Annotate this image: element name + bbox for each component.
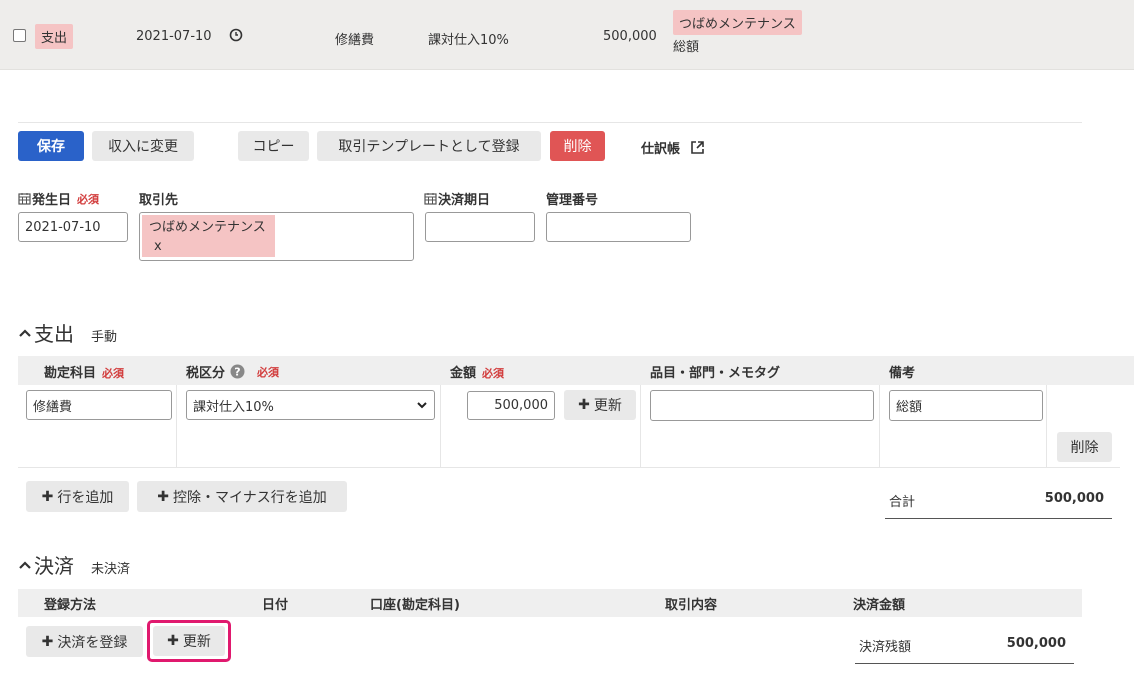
- chevron-up-icon: [18, 328, 32, 338]
- header-method: 登録方法: [44, 598, 97, 613]
- update-amount-button[interactable]: ✚ 更新: [564, 390, 636, 420]
- date-input[interactable]: 2021-07-10: [18, 212, 128, 242]
- management-number-label: 管理番号: [546, 193, 599, 208]
- total-value: 500,000: [1044, 491, 1104, 506]
- plus-icon: ✚: [41, 633, 54, 650]
- header-tax: 税区分 ? 必須: [186, 364, 280, 381]
- header-amount: 金額 必須: [450, 366, 505, 381]
- expense-title: 支出: [34, 322, 74, 346]
- row-amount: 500,000: [603, 29, 657, 44]
- row-date: 2021-07-10: [136, 29, 212, 44]
- expense-mode: 手動: [91, 330, 118, 345]
- column-divider: [176, 385, 177, 467]
- header-settlement-amount: 決済金額: [853, 598, 906, 613]
- settlement-section-header[interactable]: 決済 未決済: [18, 550, 130, 579]
- partner-chip: つばめメンテナンス x: [142, 215, 275, 257]
- partner-label: 取引先: [139, 193, 179, 208]
- add-row-button[interactable]: ✚ 行を追加: [26, 481, 129, 512]
- partner-field[interactable]: つばめメンテナンス x: [139, 212, 414, 261]
- journal-link[interactable]: 仕訳帳: [641, 138, 705, 157]
- management-number-input[interactable]: [546, 212, 691, 242]
- svg-text:?: ?: [234, 366, 240, 379]
- chevron-down-icon: [416, 401, 428, 409]
- header-description: 取引内容: [665, 598, 718, 613]
- header-memo: 備考: [889, 366, 916, 381]
- account-input[interactable]: 修繕費: [26, 390, 172, 420]
- type-badge: 支出: [35, 24, 74, 49]
- row-tax: 課対仕入10%: [428, 33, 509, 48]
- item-tag-input[interactable]: [650, 390, 874, 421]
- settlement-status: 未決済: [91, 562, 131, 577]
- plus-icon: ✚: [157, 488, 169, 505]
- amount-input[interactable]: 500,000: [467, 391, 555, 420]
- header-account: 口座(勘定科目): [370, 598, 460, 613]
- settlement-title: 決済: [34, 554, 74, 578]
- tax-select[interactable]: 課対仕入10%: [186, 390, 435, 420]
- column-divider: [1046, 385, 1047, 467]
- row-account: 修繕費: [335, 33, 375, 48]
- add-deduction-row-button[interactable]: ✚ 控除・マイナス行を追加: [137, 481, 347, 512]
- change-to-income-button[interactable]: 収入に変更: [92, 131, 194, 161]
- header-date: 日付: [262, 598, 289, 613]
- date-label: 発生日 必須: [18, 189, 99, 208]
- calendar-icon: [18, 192, 31, 205]
- partner-remove-button[interactable]: x: [149, 237, 268, 256]
- total-underline: [885, 518, 1112, 519]
- memo-input[interactable]: 総額: [889, 390, 1043, 421]
- plus-icon: ✚: [578, 397, 590, 413]
- required-mark: 必須: [77, 192, 100, 206]
- partner-chip-label: つばめメンテナンス: [149, 220, 266, 235]
- clock-icon: [229, 28, 243, 46]
- update-settlement-button[interactable]: ✚ 更新: [153, 626, 225, 656]
- balance-label: 決済残額: [859, 640, 912, 655]
- row-note: 総額: [673, 40, 700, 55]
- plus-icon: ✚: [167, 633, 179, 649]
- row-checkbox[interactable]: [13, 29, 26, 42]
- due-label: 決済期日: [424, 189, 490, 208]
- header-item: 品目・部門・メモタグ: [650, 366, 781, 381]
- total-label: 合計: [889, 495, 916, 510]
- due-label-text: 決済期日: [438, 193, 491, 208]
- balance-underline: [855, 663, 1074, 664]
- header-account: 勘定科目 必須: [44, 366, 125, 381]
- register-settlement-button[interactable]: ✚ 決済を登録: [26, 626, 143, 657]
- chevron-up-icon: [18, 560, 32, 570]
- column-divider: [640, 385, 641, 467]
- register-template-button[interactable]: 取引テンプレートとして登録: [317, 131, 541, 161]
- divider: [18, 122, 1082, 123]
- partner-tag: つばめメンテナンス: [673, 10, 802, 35]
- column-divider: [440, 385, 441, 467]
- tax-select-value: 課対仕入10%: [193, 399, 274, 415]
- balance-value: 500,000: [1006, 636, 1066, 651]
- date-label-text: 発生日: [32, 193, 72, 208]
- column-divider: [879, 385, 880, 467]
- delete-button[interactable]: 削除: [550, 131, 605, 161]
- settlement-table-header: [18, 589, 1082, 617]
- due-date-input[interactable]: [425, 212, 535, 242]
- journal-link-label: 仕訳帳: [641, 142, 681, 157]
- expense-section-header[interactable]: 支出 手動: [18, 318, 117, 347]
- plus-icon: ✚: [41, 488, 54, 505]
- calendar-icon: [424, 192, 437, 205]
- delete-row-button[interactable]: 削除: [1057, 432, 1112, 462]
- external-link-icon: [690, 140, 705, 155]
- divider: [18, 467, 1120, 468]
- help-icon[interactable]: ?: [230, 364, 245, 379]
- save-button[interactable]: 保存: [18, 131, 84, 161]
- copy-button[interactable]: コピー: [238, 131, 309, 161]
